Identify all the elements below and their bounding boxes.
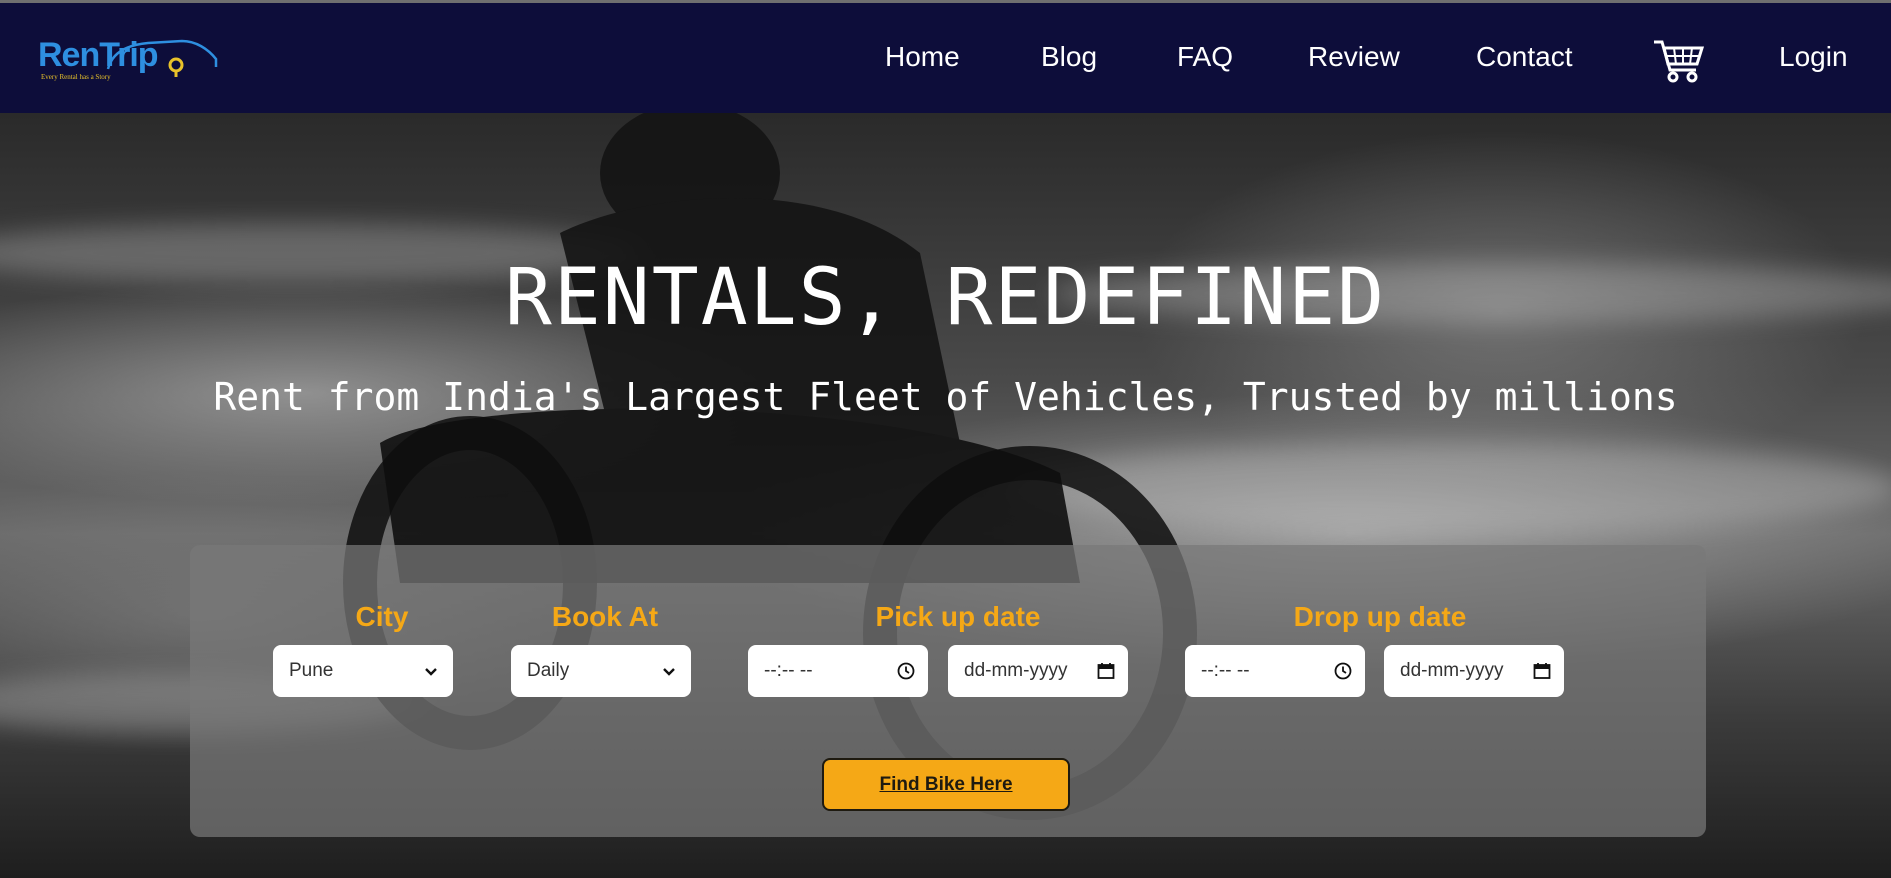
book-at-select[interactable]: Daily (511, 645, 691, 697)
login-link[interactable]: Login (1779, 41, 1848, 73)
city-select-value: Pune (289, 660, 334, 681)
hero-title: RENTALS, REDEFINED (504, 253, 1387, 343)
booking-panel: City Pune Book At Daily Pick up date --:… (190, 545, 1706, 837)
hero-section: RENTALS, REDEFINED Rent from India's Lar… (0, 113, 1891, 878)
find-bike-button[interactable]: Find Bike Here (822, 758, 1070, 811)
pickup-date-label: Pick up date (875, 601, 1041, 632)
city-select[interactable]: Pune (273, 645, 453, 697)
nav-item-faq[interactable]: FAQ (1177, 41, 1233, 73)
dropoff-time-placeholder: --:-- -- (1201, 660, 1250, 681)
chevron-down-icon (663, 668, 675, 676)
dropoff-date-placeholder: dd-mm-yyyy (1400, 660, 1504, 681)
chevron-down-icon (425, 668, 437, 676)
pickup-time-input[interactable]: --:-- -- (748, 645, 928, 697)
clock-icon (897, 662, 915, 680)
nav-item-home[interactable]: Home (885, 41, 960, 73)
dropoff-time-input[interactable]: --:-- -- (1185, 645, 1365, 697)
nav-menu: Home Blog FAQ Review Contact Login (0, 3, 1891, 116)
pickup-date-input[interactable]: dd-mm-yyyy (948, 645, 1128, 697)
clock-icon (1334, 662, 1352, 680)
book-at-select-value: Daily (527, 660, 570, 681)
hero-subtitle: Rent from India's Largest Fleet of Vehic… (213, 375, 1678, 419)
calendar-icon (1097, 663, 1115, 679)
pickup-time-placeholder: --:-- -- (764, 660, 813, 681)
dropoff-date-input[interactable]: dd-mm-yyyy (1384, 645, 1564, 697)
nav-item-review[interactable]: Review (1308, 41, 1400, 73)
pickup-date-placeholder: dd-mm-yyyy (964, 660, 1068, 681)
city-label: City (355, 601, 409, 632)
nav-item-blog[interactable]: Blog (1041, 41, 1097, 73)
dropoff-date-label: Drop up date (1293, 601, 1467, 632)
calendar-icon (1533, 663, 1551, 679)
top-navbar: RenTrip Every Rental has a Story Home Bl… (0, 0, 1891, 113)
book-at-label: Book At (551, 601, 659, 632)
shopping-cart-icon[interactable] (1652, 38, 1704, 84)
nav-item-contact[interactable]: Contact (1476, 41, 1573, 73)
